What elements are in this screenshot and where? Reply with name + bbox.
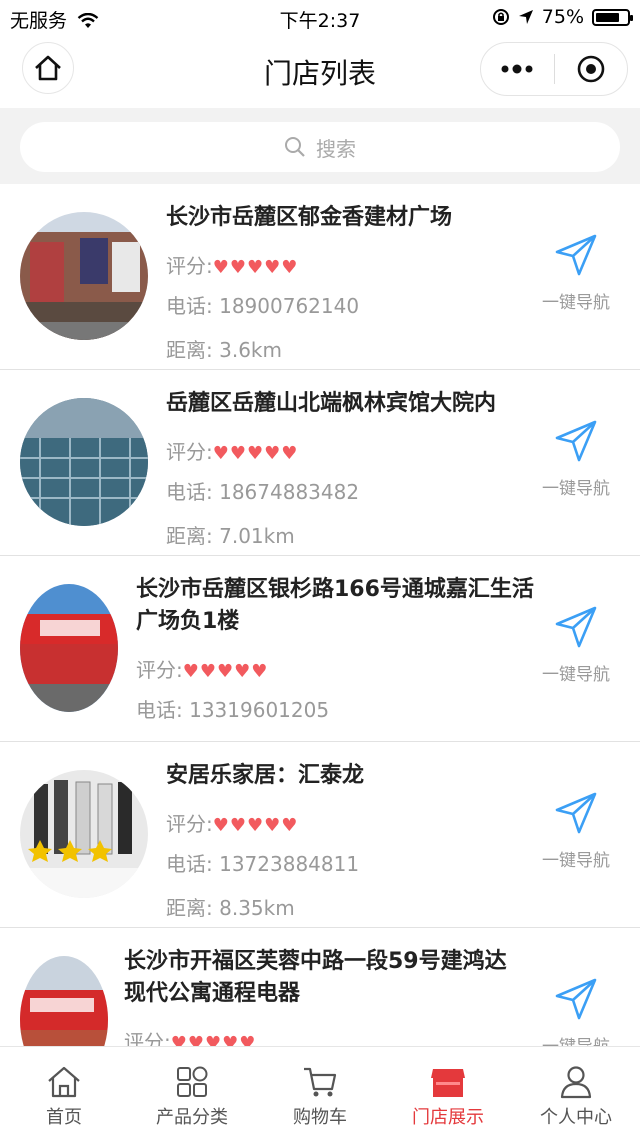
tab-bar: 首页 产品分类 购物车 门店展示 个人中心: [0, 1046, 640, 1139]
more-dots-icon: [501, 64, 533, 74]
store-rating: 评分:♥♥♥♥♥: [166, 436, 298, 465]
navigation-arrow-icon: [555, 792, 597, 834]
phone-value: 13319601205: [189, 698, 330, 722]
store-photo: [20, 398, 148, 526]
navigate-label: 一键导航: [542, 665, 610, 685]
tab-home[interactable]: 首页: [0, 1047, 128, 1139]
tab-label: 个人中心: [540, 1107, 612, 1128]
navigation-arrow-icon: [555, 420, 597, 462]
miniprogram-capsule: [480, 42, 628, 96]
user-icon: [560, 1066, 592, 1099]
store-name: 长沙市岳麓区郁金香建材广场: [166, 205, 453, 230]
phone-value: 18674883482: [219, 480, 360, 504]
rating-hearts: ♥♥♥♥♥: [170, 1033, 257, 1046]
distance-value: 8.35km: [219, 896, 295, 920]
store-photo: [20, 212, 148, 340]
tab-label: 产品分类: [156, 1107, 228, 1128]
distance-value: 3.6km: [219, 338, 282, 362]
navigate-label: 一键导航: [542, 851, 610, 871]
store-name: 岳麓区岳麓山北端枫林宾馆大院内: [166, 391, 497, 416]
phone-value: 18900762140: [219, 294, 360, 318]
more-button[interactable]: [481, 43, 554, 95]
navigate-button[interactable]: 一键导航: [536, 604, 616, 685]
store-name: 安居乐家居：汇泰龙: [166, 763, 365, 788]
tab-profile[interactable]: 个人中心: [512, 1047, 640, 1139]
rating-label: 评分:: [166, 440, 213, 464]
navigation-arrow-icon: [555, 234, 597, 276]
battery-percent: 75%: [541, 6, 584, 28]
rating-label: 评分:: [124, 1030, 171, 1046]
rating-label: 评分:: [136, 658, 183, 682]
phone-label: 电话:: [166, 852, 220, 876]
distance-label: 距离:: [166, 896, 220, 920]
navigate-button[interactable]: 一键导航: [536, 232, 616, 313]
rating-label: 评分:: [166, 254, 213, 278]
store-phone: 电话: 18900762140: [166, 290, 359, 319]
navigate-button[interactable]: 一键导航: [536, 976, 616, 1046]
rating-hearts: ♥♥♥♥♥: [212, 815, 299, 836]
rating-hearts: ♥♥♥♥♥: [182, 661, 269, 682]
phone-label: 电话:: [136, 698, 190, 722]
navigate-label: 一键导航: [542, 293, 610, 313]
store-phone: 电话: 18674883482: [166, 476, 359, 505]
store-item[interactable]: 岳麓区岳麓山北端枫林宾馆大院内 评分:♥♥♥♥♥ 电话: 18674883482…: [0, 370, 640, 556]
distance-label: 距离:: [166, 338, 220, 362]
status-right: 75%: [492, 6, 633, 28]
tab-label: 首页: [46, 1107, 82, 1128]
rating-hearts: ♥♥♥♥♥: [212, 257, 299, 278]
cart-icon: [304, 1067, 337, 1097]
search-input[interactable]: 搜索: [20, 122, 620, 172]
store-item[interactable]: 安居乐家居：汇泰龙 评分:♥♥♥♥♥ 电话: 13723884811 距离: 8…: [0, 742, 640, 928]
store-phone: 电话: 13319601205: [136, 694, 329, 723]
store-distance: 距离: 8.35km: [166, 892, 295, 921]
store-rating: 评分:♥♥♥♥♥: [166, 808, 298, 837]
tab-cart[interactable]: 购物车: [256, 1047, 384, 1139]
location-arrow-icon: [518, 10, 533, 24]
tab-store[interactable]: 门店展示: [384, 1047, 512, 1139]
status-bar: 无服务 下午2:37 75%: [0, 0, 640, 36]
navigate-label: 一键导航: [536, 1032, 616, 1046]
store-distance: 距离: 3.6km: [166, 334, 282, 363]
navigation-arrow-icon: [555, 978, 597, 1020]
distance-label: 距离:: [166, 524, 220, 548]
tab-label: 门店展示: [412, 1107, 484, 1128]
category-icon: [177, 1066, 208, 1097]
phone-label: 电话:: [166, 480, 220, 504]
store-item[interactable]: 长沙市岳麓区郁金香建材广场 评分:♥♥♥♥♥ 电话: 18900762140 距…: [0, 184, 640, 370]
store-photo: [20, 584, 118, 712]
tab-category[interactable]: 产品分类: [128, 1047, 256, 1139]
navigate-label: 一键导航: [542, 479, 610, 499]
close-miniprogram-button[interactable]: [555, 43, 628, 95]
orientation-lock-icon: [492, 9, 509, 25]
target-close-icon: [577, 55, 605, 83]
search-icon: [285, 137, 305, 157]
store-rating: 评分:♥♥♥♥♥: [166, 250, 298, 279]
navigation-arrow-icon: [555, 606, 597, 648]
store-distance: 距离: 7.01km: [166, 520, 295, 549]
store-photo: [20, 956, 108, 1046]
store-name: 长沙市开福区芙蓉中路一段59号建鸿达现代公寓通程电器: [124, 949, 507, 1006]
store-list: 长沙市岳麓区郁金香建材广场 评分:♥♥♥♥♥ 电话: 18900762140 距…: [0, 184, 640, 1046]
navigate-button[interactable]: 一键导航: [536, 790, 616, 871]
search-area: 搜索: [0, 108, 640, 184]
tab-label: 购物车: [293, 1107, 347, 1128]
store-rating: 评分:♥♥♥♥♥: [124, 1026, 256, 1046]
rating-hearts: ♥♥♥♥♥: [212, 443, 299, 464]
search-placeholder: 搜索: [316, 136, 356, 161]
distance-value: 7.01km: [219, 524, 295, 548]
store-item[interactable]: 长沙市岳麓区银杉路166号通城嘉汇生活广场负1楼 评分:♥♥♥♥♥ 电话: 13…: [0, 556, 640, 742]
battery-icon: [592, 8, 633, 26]
store-rating: 评分:♥♥♥♥♥: [136, 654, 268, 683]
home-icon: [48, 1066, 80, 1098]
phone-value: 13723884811: [219, 852, 360, 876]
nav-bar: 门店列表: [0, 36, 640, 108]
rating-label: 评分:: [166, 812, 213, 836]
store-icon: [431, 1069, 465, 1097]
phone-label: 电话:: [166, 294, 220, 318]
store-photo: [20, 770, 148, 898]
store-name: 长沙市岳麓区银杉路166号通城嘉汇生活广场负1楼: [136, 577, 534, 634]
navigate-button[interactable]: 一键导航: [536, 418, 616, 499]
store-item[interactable]: 长沙市开福区芙蓉中路一段59号建鸿达现代公寓通程电器 评分:♥♥♥♥♥ 一键导航: [0, 928, 640, 1046]
store-phone: 电话: 13723884811: [166, 848, 359, 877]
